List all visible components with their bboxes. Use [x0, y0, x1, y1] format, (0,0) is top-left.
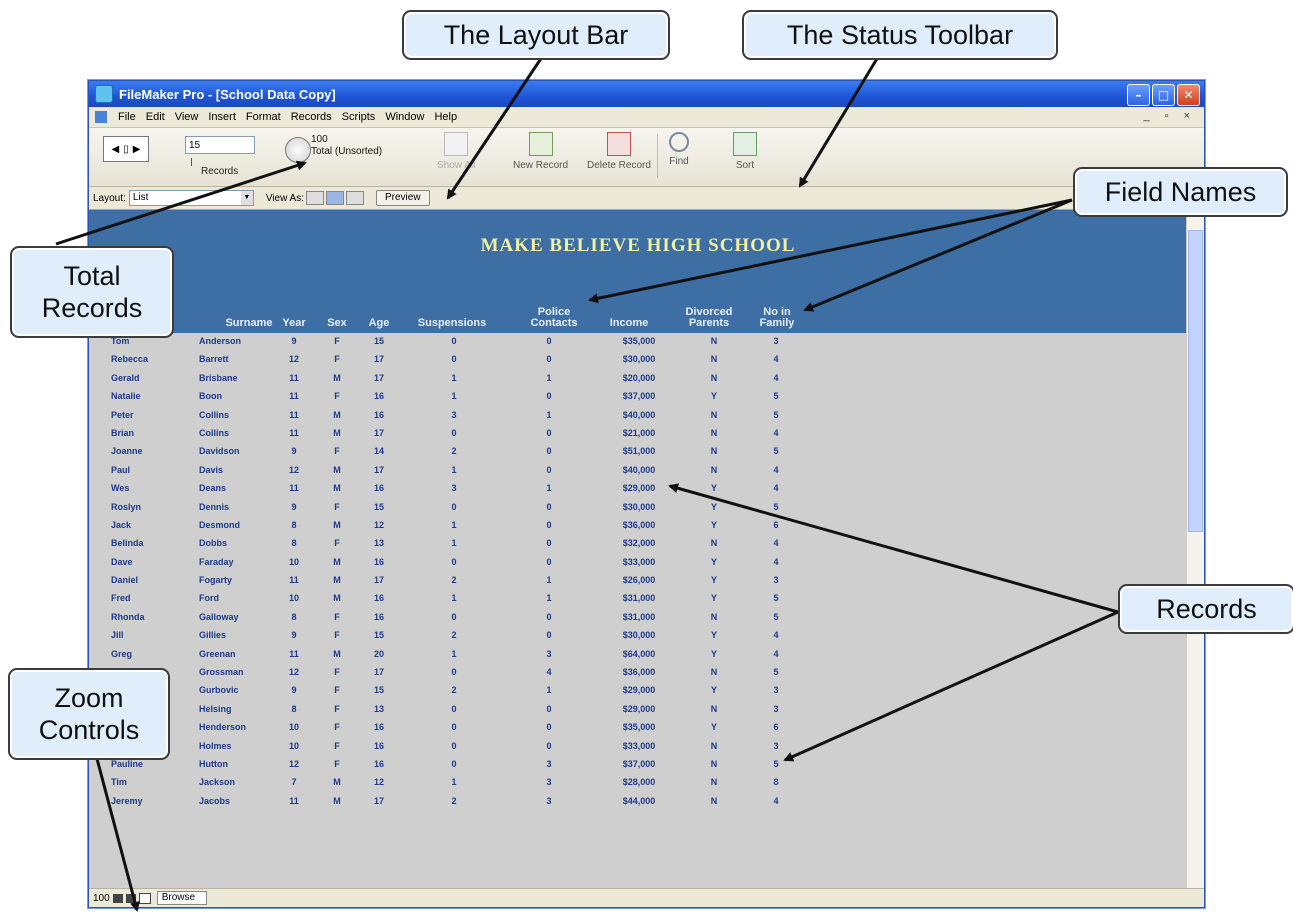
- arrow-layout-bar: [446, 56, 544, 200]
- callout-zoom-controls: Zoom Controls: [8, 668, 170, 760]
- callout-records: Records: [1118, 584, 1293, 634]
- annotation-arrows: [55, 56, 1119, 912]
- callout-field-names: Field Names: [1073, 167, 1288, 217]
- callout-status-toolbar: The Status Toolbar: [742, 10, 1058, 60]
- callout-layout-bar: The Layout Bar: [402, 10, 670, 60]
- arrow-field-names-1: [588, 198, 1073, 304]
- arrow-records-2: [783, 610, 1119, 762]
- callout-total-records: Total Records: [10, 246, 174, 338]
- arrow-field-names-2: [803, 198, 1073, 312]
- arrow-total-records: [55, 160, 307, 246]
- arrow-zoom-controls: [94, 754, 140, 912]
- arrow-records-1: [668, 483, 1119, 614]
- arrow-status-toolbar: [798, 56, 880, 188]
